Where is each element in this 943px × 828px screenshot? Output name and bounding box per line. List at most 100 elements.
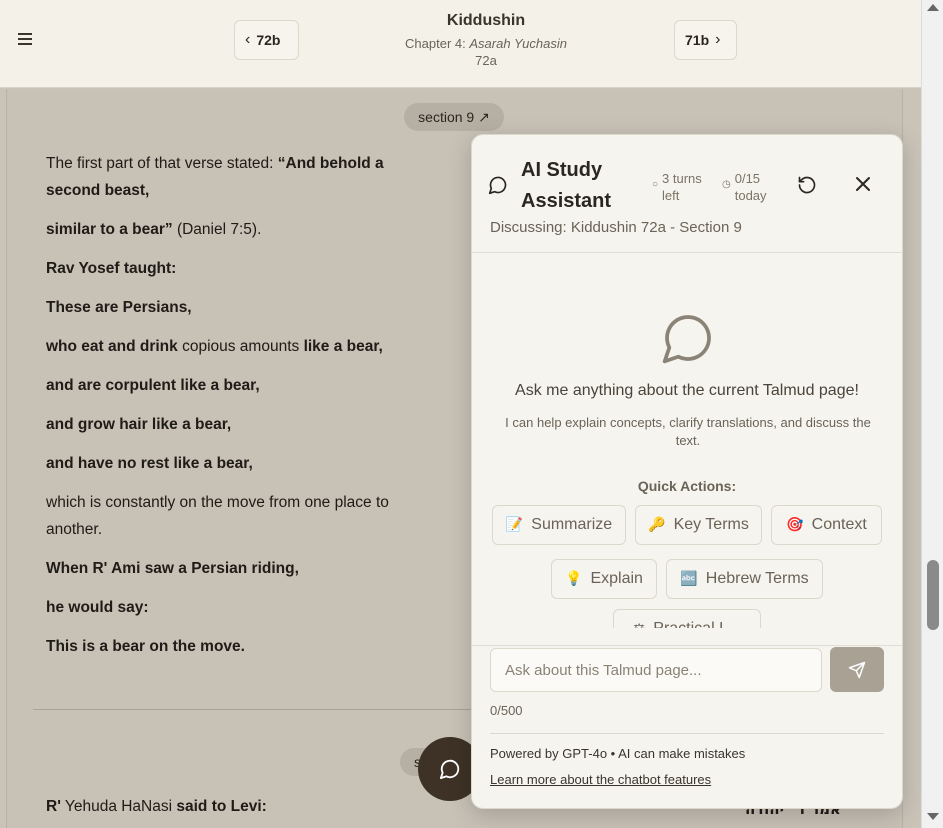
turns-remaining: ○ 3 turns left [652, 170, 702, 204]
quick-action-label: Hebrew Terms [705, 570, 809, 587]
text-segment: copious amounts [177, 338, 304, 355]
quota-count: 0/15 [734, 171, 761, 186]
page-scrollbar[interactable] [921, 0, 943, 828]
section-divider [33, 709, 473, 710]
menu-icon[interactable] [18, 30, 38, 50]
chevron-right-icon: › [715, 31, 721, 48]
discussing-context: Discussing: Kiddushin 72a - Section 9 [490, 219, 742, 236]
next-page-label: 71b [685, 32, 710, 48]
translation-line: When R' Ami saw a Persian riding, [46, 555, 426, 582]
text-segment: and have no rest like a bear, [46, 455, 253, 472]
scroll-down-arrow-icon[interactable] [927, 813, 939, 820]
translation-line: These are Persians, [46, 294, 426, 321]
chapter-prefix: Chapter 4: [405, 36, 470, 51]
quick-action-summarize[interactable]: 📝 Summarize [492, 505, 626, 545]
footer-divider [490, 733, 884, 734]
text-segment: Yehuda HaNasi [60, 798, 177, 815]
empty-state-description: I can help explain concepts, clarify tra… [505, 415, 871, 448]
reset-chat-button[interactable] [797, 175, 819, 197]
quick-action-label: Key Terms [673, 516, 749, 533]
learn-more-link[interactable]: Learn more about the chatbot features [490, 772, 711, 787]
character-counter: 0/500 [490, 703, 523, 718]
prev-page-button[interactable]: ‹ 72b [234, 20, 299, 60]
chat-input[interactable] [490, 648, 822, 692]
text-segment: similar to a bear” [46, 221, 173, 238]
translation-line: This is a bear on the move. [46, 633, 426, 660]
quick-action-label: Practical L... [653, 620, 741, 628]
chat-messages-area[interactable]: Ask me anything about the current Talmud… [472, 254, 902, 628]
turns-left-label: left [662, 188, 680, 203]
quick-action-key-terms[interactable]: 🔑 Key Terms [635, 505, 762, 545]
next-page-button[interactable]: 71b › [674, 20, 737, 60]
panel-title: AI Study Assistant [521, 159, 612, 212]
chat-bubble-icon [662, 315, 711, 364]
chat-bubble-icon [488, 176, 507, 195]
close-panel-button[interactable] [852, 175, 874, 197]
memo-icon: 📝 [505, 517, 524, 533]
top-header: ‹ 72b Kiddushin Chapter 4: Asarah Yuchas… [0, 0, 921, 88]
lightbulb-icon: 💡 [565, 571, 583, 587]
text-segment: and are corpulent like a bear, [46, 377, 260, 394]
text-segment: (Daniel 7:5). [172, 221, 262, 238]
text-segment: These are Persians, [46, 299, 192, 316]
text-segment: The first part of that verse stated: [46, 155, 278, 172]
quick-actions-title: Quick Actions: [637, 478, 737, 494]
translation-line: who eat and drink copious amounts like a… [46, 333, 426, 360]
translation-line: and have no rest like a bear, [46, 450, 426, 477]
ai-study-assistant-panel: AI Study Assistant ○ 3 turns left ◷ 0/15 t… [471, 134, 903, 809]
key-icon: 🔑 [648, 517, 666, 533]
scroll-up-arrow-icon[interactable] [927, 4, 939, 11]
text-segment: like a bear, [303, 338, 383, 355]
quick-action-practical[interactable]: ⚖ Practical L... [613, 609, 761, 628]
text-segment: he would say: [46, 599, 149, 616]
chevron-left-icon: ‹ [245, 31, 251, 48]
next-section-text: R' Yehuda HaNasi said to Levi: [46, 798, 267, 816]
text-segment: Rav Yosef taught: [46, 260, 177, 277]
send-icon [848, 661, 866, 678]
target-icon: 🎯 [786, 517, 804, 533]
quick-action-label: Context [811, 516, 867, 533]
quick-action-label: Explain [590, 570, 643, 587]
translation-line: which is constantly on the move from one… [46, 489, 426, 543]
empty-state-title: Ask me anything about the current Talmud… [515, 382, 859, 399]
text-segment: said to Levi: [176, 798, 267, 815]
translation-line: The first part of that verse stated: “An… [46, 150, 426, 204]
text-segment: This is a bear on the move. [46, 638, 245, 655]
chat-bubble-icon [439, 759, 460, 780]
quick-action-label: Summarize [531, 516, 613, 533]
powered-by-note: Powered by GPT-4o • AI can make mistakes [490, 746, 746, 761]
chat-small-icon: ○ [652, 179, 659, 190]
text-segment: R' [46, 798, 61, 815]
translation-line: similar to a bear” (Daniel 7:5). [46, 216, 426, 243]
page-number: 72a [475, 53, 497, 68]
close-icon [856, 177, 870, 191]
translation-line: and are corpulent like a bear, [46, 372, 426, 399]
tractate-title: Kiddushin [446, 12, 526, 29]
text-segment: When R' Ami saw a Persian riding, [46, 560, 299, 577]
page-title-block: Kiddushin Chapter 4: Asarah Yuchasin 72a [386, 12, 586, 68]
clock-icon: ◷ [722, 179, 731, 190]
chapter-subtitle: Chapter 4: Asarah Yuchasin [386, 36, 586, 51]
quick-action-hebrew-terms[interactable]: 🔤 Hebrew Terms [666, 559, 823, 599]
quick-action-explain[interactable]: 💡 Explain [551, 559, 657, 599]
prev-page-label: 72b [256, 32, 281, 48]
text-segment: and grow hair like a bear, [46, 416, 232, 433]
translation-line: he would say: [46, 594, 426, 621]
quota-period: today [734, 188, 767, 203]
panel-header: AI Study Assistant ○ 3 turns left ◷ 0/15 t… [472, 135, 902, 253]
chapter-name: Asarah Yuchasin [469, 36, 567, 51]
send-button[interactable] [830, 647, 884, 692]
text-segment: who eat and drink [46, 338, 178, 355]
turns-count: 3 turns [662, 171, 702, 186]
refresh-icon [798, 176, 816, 194]
translation-line: Rav Yosef taught: [46, 255, 426, 282]
translation-line: and grow hair like a bear, [46, 411, 426, 438]
scales-icon: ⚖ [633, 621, 646, 628]
abc-icon: 🔤 [680, 571, 698, 587]
scrollbar-thumb[interactable] [927, 560, 939, 630]
section-link-badge[interactable]: section 9 ↗ [404, 103, 504, 131]
text-segment: which is constantly on the move from one… [46, 494, 389, 538]
quick-action-context[interactable]: 🎯 Context [771, 505, 882, 545]
translation-text: The first part of that verse stated: “An… [46, 150, 426, 672]
daily-quota: ◷ 0/15 today [722, 170, 767, 204]
